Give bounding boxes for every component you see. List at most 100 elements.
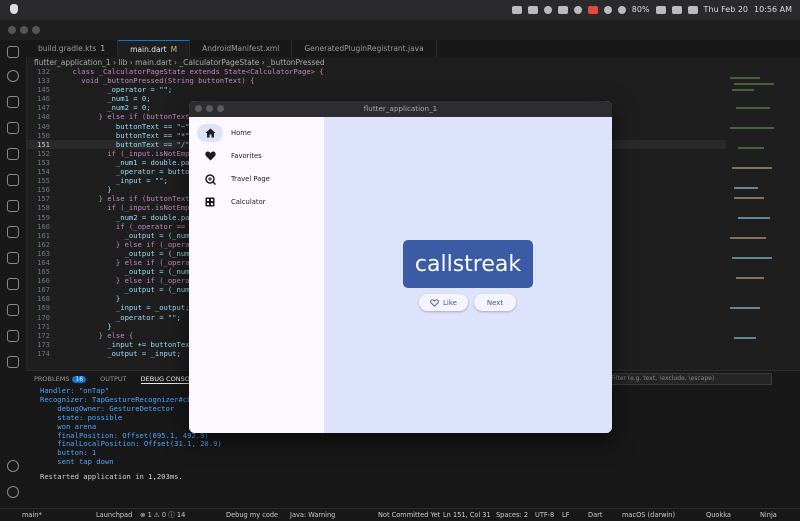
debug-mode-item[interactable]: Debug my code (226, 509, 278, 521)
record-icon[interactable] (587, 5, 598, 14)
zoom-window-button[interactable] (32, 26, 40, 34)
encoding[interactable]: UTF-8 (535, 509, 554, 521)
breadcrumb[interactable]: flutter_application_1 › lib › main.dart … (34, 58, 325, 67)
nav-item-home[interactable]: Home (197, 124, 317, 142)
line-text: _input = ""; (64, 176, 168, 186)
line-number: 174 (37, 348, 50, 358)
tab-label: main.dart (130, 45, 167, 54)
line-number: 152 (37, 148, 50, 158)
run-debug-icon[interactable] (7, 148, 19, 160)
next-button[interactable]: Next (474, 294, 516, 311)
device-selector[interactable]: macOS (darwin) (622, 509, 675, 521)
line-number: 145 (37, 85, 50, 95)
nav-item-calculator[interactable]: Calculator (197, 193, 317, 211)
heart-outline-icon (430, 298, 439, 307)
account-icon[interactable] (7, 460, 19, 472)
battery-percent[interactable]: 80% (632, 5, 650, 14)
minimize-window-button[interactable] (206, 105, 213, 112)
testing-icon[interactable] (7, 200, 19, 212)
explorer-icon[interactable] (7, 46, 19, 58)
wifi-icon[interactable] (617, 5, 626, 14)
python-icon[interactable] (7, 356, 19, 368)
status-icon[interactable] (603, 5, 612, 14)
code-line[interactable]: 145 _operator = ""; (26, 85, 726, 94)
git-blame-item[interactable]: Not Committed Yet (378, 509, 440, 521)
tab-label: AndroidManifest.xml (202, 44, 280, 53)
tab-generated-plugin-registrant[interactable]: GeneratedPluginRegistrant.java (292, 40, 437, 57)
search-icon[interactable] (671, 5, 682, 14)
line-number: 132 (37, 67, 50, 76)
tab-android-manifest[interactable]: AndroidManifest.xml (190, 40, 293, 57)
tab-problems[interactable]: PROBLEMS 16 (34, 375, 87, 384)
status-icon[interactable] (573, 5, 582, 14)
tab-output[interactable]: OUTPUT (100, 375, 127, 384)
flask-icon[interactable] (7, 278, 19, 290)
line-text: buttonText == "*" || (64, 130, 203, 140)
editor-tabs: build.gradle.kts 1 main.dart M AndroidMani… (26, 40, 800, 57)
line-number: 156 (37, 185, 50, 195)
extension-icon[interactable] (7, 252, 19, 264)
java-status[interactable]: Java: Warning (290, 509, 335, 521)
device-icon[interactable] (7, 330, 19, 342)
line-number: 168 (37, 294, 50, 304)
line-number: 147 (37, 103, 50, 113)
extensions-icon[interactable] (7, 122, 19, 134)
cursor-position[interactable]: Ln 151, Col 31 (443, 509, 491, 521)
line-number: 171 (37, 321, 50, 331)
source-control-icon[interactable] (7, 96, 19, 108)
navigation-rail: Home Favorites Travel Page Calculator (189, 117, 324, 433)
like-button[interactable]: Like (419, 294, 468, 311)
close-window-button[interactable] (195, 105, 202, 112)
android-icon[interactable] (7, 304, 19, 316)
status-icon[interactable] (511, 5, 522, 14)
apple-icon[interactable] (10, 4, 18, 14)
line-number: 157 (37, 194, 50, 204)
battery-icon[interactable] (655, 5, 666, 14)
tab-build-gradle[interactable]: build.gradle.kts 1 (26, 40, 119, 57)
flutter-app-window: flutter_application_1 Home Favorites Tra… (189, 101, 612, 433)
minimize-window-button[interactable] (20, 26, 28, 34)
menubar-date[interactable]: Thu Feb 20 (704, 5, 748, 14)
travel-icon (197, 170, 223, 188)
line-endings[interactable]: LF (562, 509, 569, 521)
line-text: void _buttonPressed(String buttonText) { (64, 76, 255, 86)
code-line[interactable]: 133 void _buttonPressed(String buttonTex… (26, 76, 726, 85)
line-number: 161 (37, 230, 50, 240)
quokka-item[interactable]: Quokka (706, 509, 731, 521)
git-branch[interactable]: main* (22, 509, 42, 521)
remote-explorer-icon[interactable] (7, 174, 19, 186)
language-mode[interactable]: Dart (588, 509, 602, 521)
minimap[interactable] (728, 67, 788, 367)
tab-main-dart[interactable]: main.dart M (118, 40, 191, 57)
indentation[interactable]: Spaces: 2 (496, 509, 528, 521)
line-text: buttonText == "/") { (64, 139, 203, 149)
ninja-item[interactable]: Ninja (760, 509, 777, 521)
line-text: } else { (64, 330, 134, 340)
nav-item-travel-page[interactable]: Travel Page (197, 170, 317, 188)
zoom-window-button[interactable] (217, 105, 224, 112)
control-center-icon[interactable] (687, 5, 698, 14)
docker-icon[interactable] (7, 226, 19, 238)
code-line[interactable]: 132 class _CalculatorPageState extends S… (26, 67, 726, 76)
console-filter-input[interactable]: Filter (e.g. text, !exclude, \escape) (606, 373, 772, 385)
nav-item-favorites[interactable]: Favorites (197, 147, 317, 165)
tab-mark: M (170, 45, 178, 54)
status-icon[interactable] (557, 5, 568, 14)
line-number: 167 (37, 285, 50, 295)
search-icon[interactable] (7, 70, 19, 82)
line-text: class _CalculatorPageState extends State… (64, 67, 324, 76)
close-window-button[interactable] (8, 26, 16, 34)
menubar-time[interactable]: 10:56 AM (754, 5, 792, 14)
launchpad-item[interactable]: Launchpad (96, 509, 132, 521)
status-icon[interactable] (527, 5, 538, 14)
line-number: 149 (37, 121, 50, 131)
line-number: 166 (37, 276, 50, 286)
settings-gear-icon[interactable] (7, 486, 19, 498)
problems-summary[interactable]: ⊗ 1 ⚠ 0 ⓘ 14 (140, 509, 185, 521)
line-number: 154 (37, 167, 50, 177)
status-icon[interactable] (543, 5, 552, 14)
macos-menubar: 80% Thu Feb 20 10:56 AM (0, 0, 800, 20)
tab-mark: 1 (100, 44, 106, 53)
line-text: } (64, 321, 112, 331)
line-number: 159 (37, 212, 50, 222)
